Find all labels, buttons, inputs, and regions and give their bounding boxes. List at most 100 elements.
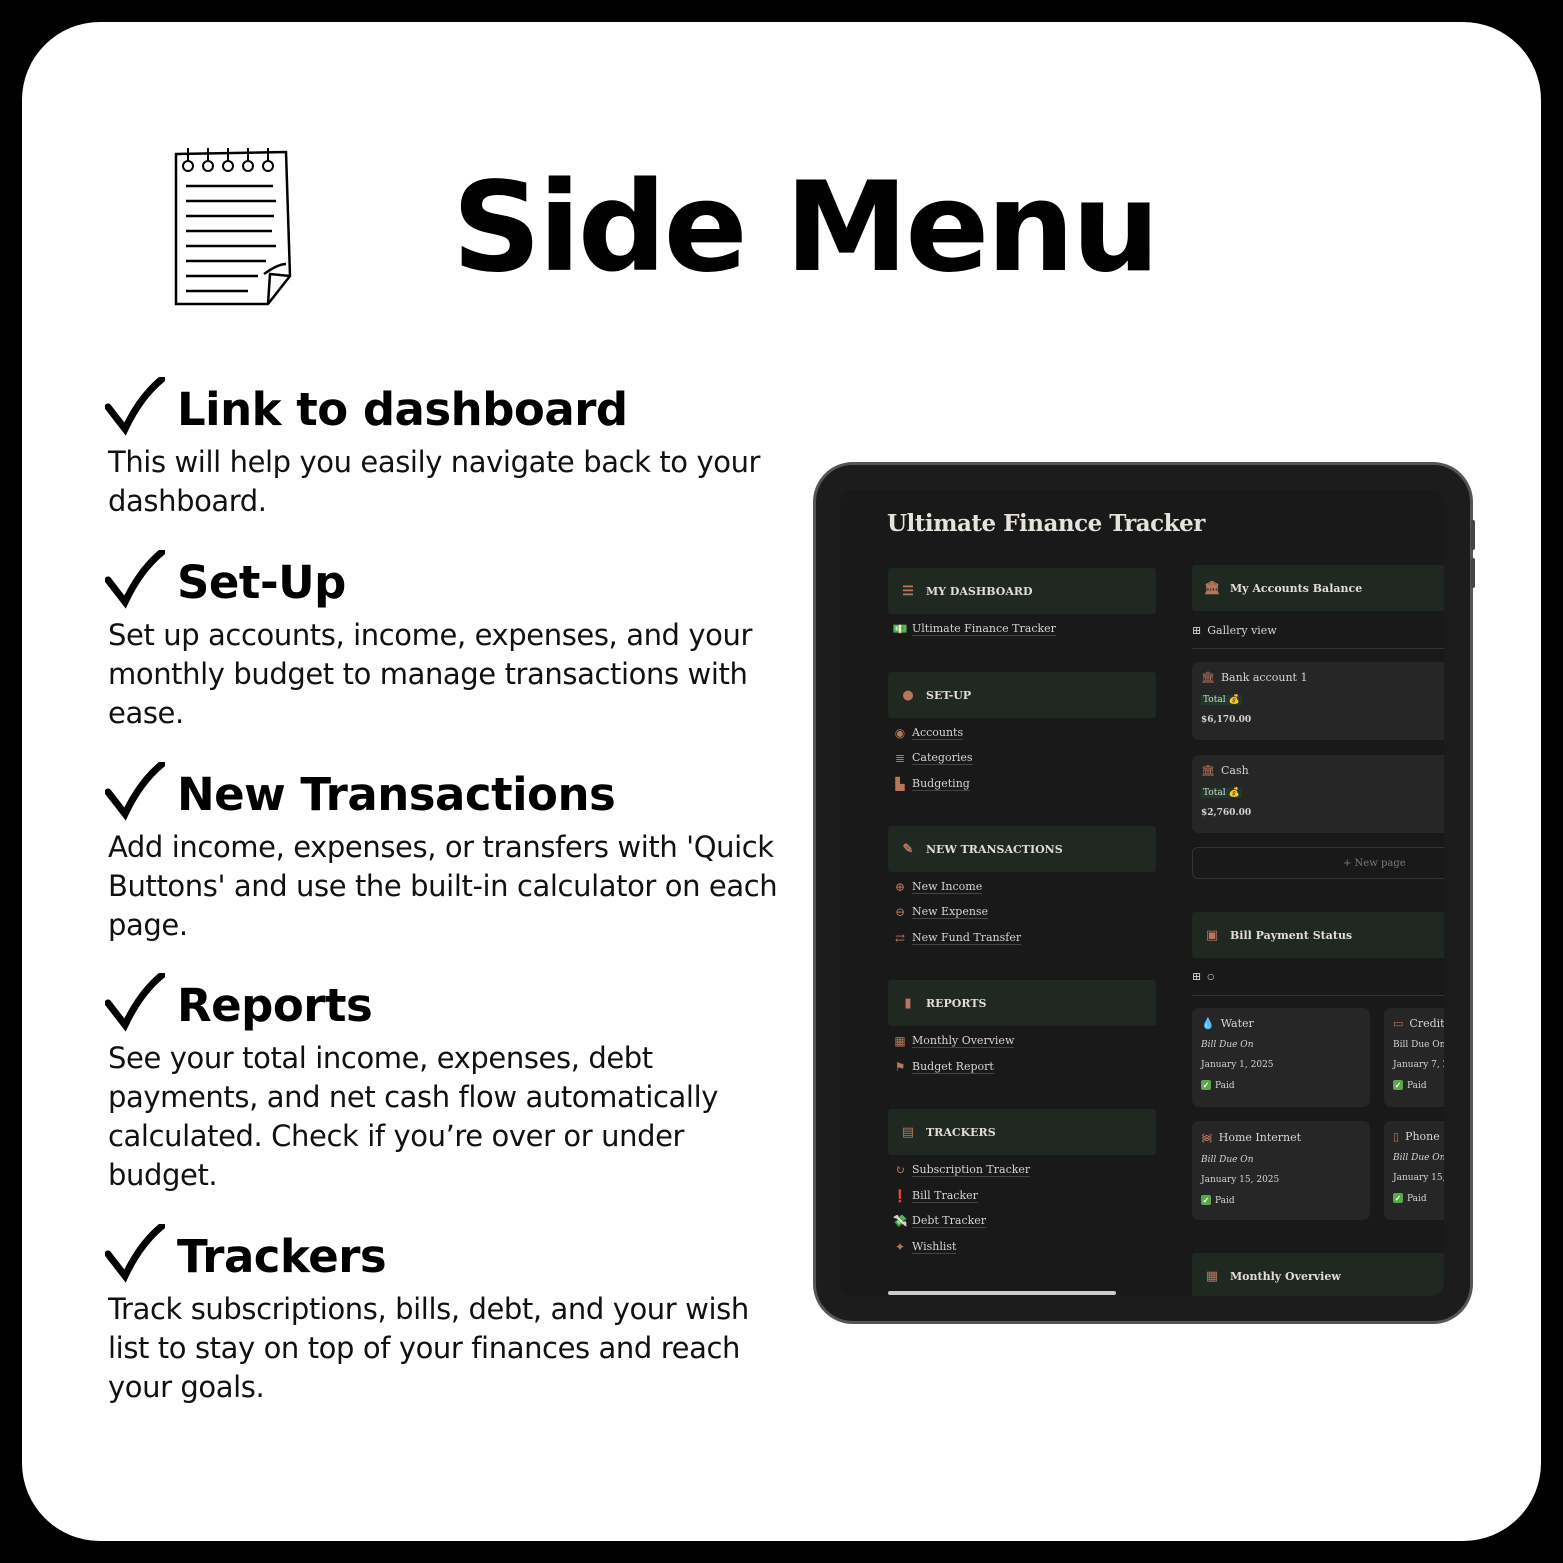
feature-body: Track subscriptions, bills, debt, and yo… bbox=[108, 1291, 749, 1404]
due-date: January 1, 2025 bbox=[1201, 1060, 1274, 1070]
status-label: Paid bbox=[1407, 1194, 1427, 1204]
menu-item-subscription-tracker[interactable]: ↻ Subscription Tracker bbox=[892, 1163, 1031, 1177]
bill-card[interactable]: 💧 Water Bill Due On January 1, 2025 ✓ Paid bbox=[1192, 1008, 1370, 1107]
checkbox-icon: ✓ bbox=[1393, 1193, 1403, 1203]
section-label: My Accounts Balance bbox=[1230, 581, 1363, 595]
checkmark-icon bbox=[105, 762, 165, 821]
menu-item-new-expense[interactable]: ⊖ New Expense bbox=[892, 905, 989, 919]
view-label: ○ bbox=[1207, 972, 1215, 981]
menu-item-budgeting[interactable]: ▙ Budgeting bbox=[892, 777, 970, 791]
bill-card[interactable]: ▭ Credit Bill Due On January 7, 20 ✓ Paid bbox=[1384, 1008, 1444, 1107]
section-my-dashboard: ☰ MY DASHBOARD bbox=[888, 568, 1156, 614]
view-label: Gallery view bbox=[1207, 624, 1277, 637]
account-name: Cash bbox=[1220, 764, 1249, 777]
list-icon: ☰ bbox=[902, 583, 914, 599]
menu-item-label: Budget Report bbox=[912, 1060, 994, 1074]
feature-heading: New Transactions bbox=[177, 768, 616, 821]
account-card[interactable]: 🏛 Cash Total 💰 $2,760.00 bbox=[1192, 755, 1444, 833]
menu-item-label: Budgeting bbox=[912, 777, 970, 791]
bank-icon: 🏛 bbox=[1201, 764, 1215, 777]
feature-reports: Reports See your total income, expenses,… bbox=[105, 973, 785, 1195]
stack-icon: ≣ bbox=[894, 751, 906, 765]
menu-item-new-fund-transfer[interactable]: ⇄ New Fund Transfer bbox=[892, 931, 1022, 945]
sparkle-icon: ✦ bbox=[894, 1240, 906, 1254]
flag-icon: ⚑ bbox=[894, 1060, 906, 1074]
account-card[interactable]: 🏛 Bank account 1 Total 💰 $6,170.00 bbox=[1192, 662, 1444, 740]
bank-icon: 🏛 bbox=[1204, 580, 1221, 596]
bill-name: Phone bbox=[1405, 1130, 1440, 1143]
checkmark-icon bbox=[105, 377, 165, 436]
account-amount: $6,170.00 bbox=[1201, 715, 1252, 725]
pencil-icon: ✎ bbox=[902, 841, 914, 857]
feature-body: Set up accounts, income, expenses, and y… bbox=[108, 617, 752, 730]
transfer-icon: ⇄ bbox=[894, 931, 906, 945]
menu-item-label: Categories bbox=[912, 751, 973, 765]
menu-item-wishlist[interactable]: ✦ Wishlist bbox=[892, 1240, 957, 1254]
menu-item-new-income[interactable]: ⊕ New Income bbox=[892, 880, 983, 894]
bill-card[interactable]: ▯ Phone Bill Due On January 15, 2 ✓ Paid bbox=[1384, 1121, 1444, 1220]
divider bbox=[1192, 995, 1444, 996]
calculator-icon: ▤ bbox=[901, 1124, 915, 1140]
menu-item-label: New Income bbox=[912, 880, 983, 894]
grid-icon: ⊞ bbox=[1192, 624, 1202, 637]
menu-item-label: New Expense bbox=[912, 905, 989, 919]
account-name: Bank account 1 bbox=[1220, 671, 1308, 684]
due-date: January 7, 20 bbox=[1393, 1060, 1444, 1070]
feature-trackers: Trackers Track subscriptions, bills, deb… bbox=[105, 1224, 785, 1407]
due-date: January 15, 2025 bbox=[1201, 1175, 1280, 1185]
checkbox-icon: ✓ bbox=[1201, 1195, 1211, 1205]
section-setup: ● SET-UP bbox=[888, 672, 1156, 718]
section-label: Bill Payment Status bbox=[1230, 928, 1353, 942]
menu-item-dashboard-link[interactable]: 💵 Ultimate Finance Tracker bbox=[892, 622, 1056, 636]
due-label: Bill Due On bbox=[1393, 1040, 1444, 1050]
paid-status: ✓ Paid bbox=[1201, 1080, 1361, 1091]
paid-status: ✓ Paid bbox=[1393, 1193, 1444, 1204]
menu-item-label: Debt Tracker bbox=[912, 1214, 987, 1228]
money-cycle-icon: 💸 bbox=[892, 1214, 908, 1228]
section-label: TRACKERS bbox=[926, 1125, 996, 1139]
grid-icon: ⊞ bbox=[1192, 970, 1202, 983]
menu-item-monthly-overview[interactable]: ▦ Monthly Overview bbox=[892, 1034, 1015, 1048]
bills-view-tab[interactable]: ⊞ ○ bbox=[1192, 970, 1214, 983]
menu-item-categories[interactable]: ≣ Categories bbox=[892, 751, 973, 765]
scrollbar[interactable] bbox=[888, 1291, 1116, 1295]
bill-card[interactable]: ᯼ Home Internet Bill Due On January 15, 2… bbox=[1192, 1121, 1370, 1220]
tablet-button bbox=[1471, 520, 1475, 550]
menu-item-debt-tracker[interactable]: 💸 Debt Tracker bbox=[892, 1214, 987, 1228]
menu-item-bill-tracker[interactable]: ❗ Bill Tracker bbox=[892, 1189, 978, 1203]
register-icon: ▙ bbox=[895, 777, 905, 791]
page-title: Side Menu bbox=[452, 156, 1160, 300]
alert-icon: ❗ bbox=[892, 1189, 908, 1203]
feature-heading: Link to dashboard bbox=[177, 383, 628, 436]
checkbox-icon: ✓ bbox=[1201, 1080, 1211, 1090]
gallery-view-tab[interactable]: ⊞ Gallery view bbox=[1192, 624, 1277, 637]
total-label: Total 💰 bbox=[1201, 788, 1242, 798]
section-reports: ▮ REPORTS bbox=[888, 980, 1156, 1026]
due-label: Bill Due On bbox=[1201, 1155, 1254, 1165]
feature-heading: Reports bbox=[177, 979, 373, 1032]
credit-card-icon: ▭ bbox=[1393, 1017, 1404, 1030]
money-link-icon: 💵 bbox=[892, 622, 908, 636]
book-icon: ▮ bbox=[904, 995, 912, 1011]
section-label: Monthly Overview bbox=[1230, 1269, 1341, 1283]
notepad-icon bbox=[174, 148, 292, 306]
due-label: Bill Due On bbox=[1201, 1040, 1254, 1050]
wifi-icon: ᯼ bbox=[1201, 1131, 1213, 1144]
new-page-button[interactable]: + New page bbox=[1192, 847, 1444, 879]
checkmark-icon bbox=[105, 973, 165, 1032]
bill-name: Home Internet bbox=[1218, 1131, 1302, 1144]
status-label: Paid bbox=[1215, 1081, 1235, 1091]
menu-item-accounts[interactable]: ◉ Accounts bbox=[892, 726, 964, 740]
menu-item-budget-report[interactable]: ⚑ Budget Report bbox=[892, 1060, 994, 1074]
section-new-transactions: ✎ NEW TRANSACTIONS bbox=[888, 826, 1156, 872]
user-circle-icon: ◉ bbox=[894, 726, 906, 740]
feature-body: Add income, expenses, or transfers with … bbox=[108, 829, 778, 942]
due-label: Bill Due On bbox=[1393, 1153, 1444, 1163]
checkbox-icon: ✓ bbox=[1393, 1080, 1403, 1090]
circle-icon: ● bbox=[902, 687, 914, 703]
total-label: Total 💰 bbox=[1201, 695, 1242, 705]
section-label: REPORTS bbox=[926, 996, 987, 1010]
feature-heading: Trackers bbox=[177, 1230, 387, 1283]
paid-status: ✓ Paid bbox=[1201, 1195, 1361, 1206]
paid-status: ✓ Paid bbox=[1393, 1080, 1444, 1091]
